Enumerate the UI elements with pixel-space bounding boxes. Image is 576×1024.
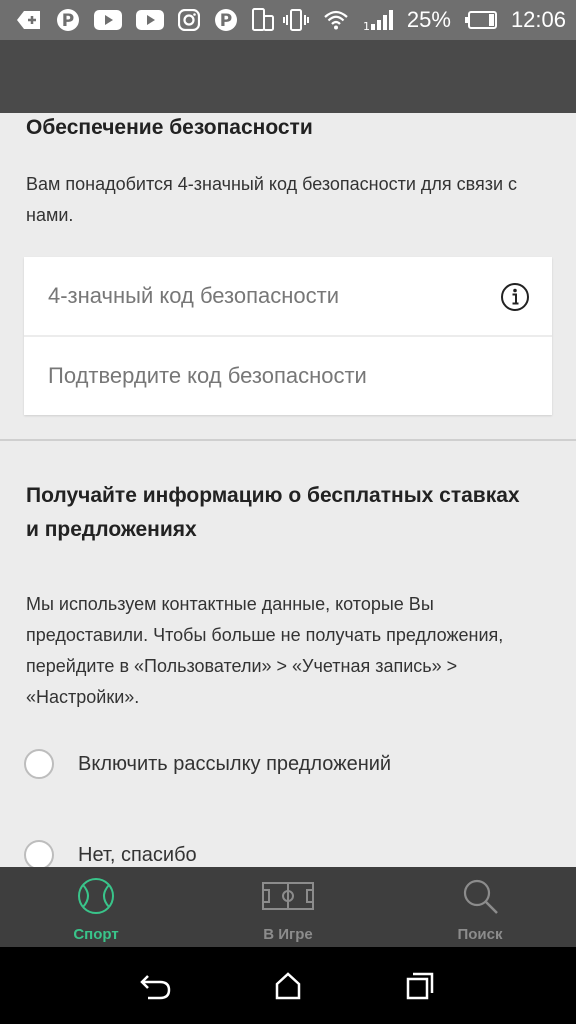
battery-percent: 25% [406, 7, 451, 32]
radio-option-decline[interactable]: Нет, спасибо [24, 840, 197, 867]
home-icon [275, 971, 301, 999]
back-icon [140, 974, 171, 999]
back-button[interactable] [136, 966, 176, 1006]
recents-icon [406, 972, 434, 999]
section-divider [0, 439, 576, 441]
search-icon [461, 877, 499, 920]
radio-label: Нет, спасибо [78, 843, 197, 866]
clock: 12:06 [510, 7, 566, 32]
radio-button[interactable] [24, 840, 54, 867]
nav-label: Поиск [457, 926, 503, 943]
system-status-icons: 1 25% 12:06 [282, 7, 566, 33]
radio-button[interactable] [24, 749, 54, 779]
nav-label: В Игре [263, 926, 313, 943]
nav-label: Спорт [73, 926, 119, 943]
ball-icon [77, 877, 115, 920]
security-section-title: Обеспечение безопасности [26, 116, 313, 139]
home-button[interactable] [268, 966, 308, 1006]
battery-icon [464, 11, 497, 29]
youtube-icon [94, 10, 122, 30]
nav-item-sport[interactable]: Спорт [0, 867, 192, 947]
notification-icons: P P [16, 8, 274, 32]
vibrate-icon [282, 9, 309, 31]
nav-item-live[interactable]: В Игре [192, 867, 384, 947]
bottom-navigation: Спорт В Игре Поиск [0, 867, 576, 947]
confirm-code-field[interactable]: Подтвердите код безопасности [24, 337, 552, 415]
youtube-icon [136, 10, 164, 30]
security-code-form: 4-значный код безопасности Подтвердите к… [24, 257, 552, 415]
offers-description: Мы используем контактные данные, которые… [26, 594, 504, 707]
recents-button[interactable] [400, 966, 440, 1006]
info-icon[interactable] [500, 282, 530, 318]
field-icon [262, 877, 314, 920]
add-icon [16, 10, 42, 30]
radio-label: Включить рассылку предложений [78, 752, 392, 775]
wifi-icon [323, 9, 349, 31]
pinterest-icon: P [56, 8, 80, 32]
svg-text:1: 1 [363, 20, 370, 31]
security-code-field[interactable]: 4-значный код безопасности [24, 257, 552, 335]
screen-rotate-icon [252, 8, 274, 32]
radio-option-subscribe[interactable]: Включить рассылку предложений [24, 749, 391, 779]
confirm-code-placeholder: Подтвердите код безопасности [48, 363, 367, 388]
status-bar: P P 1 25% 12:06 [0, 0, 576, 40]
svg-text:P: P [220, 11, 232, 31]
registration-content[interactable]: Обеспечение безопасности Вам понадобится… [0, 113, 576, 867]
security-code-placeholder: 4-значный код безопасности [48, 283, 340, 308]
signal-icon: 1 [363, 9, 393, 31]
svg-text:P: P [62, 11, 74, 31]
security-description: Вам понадобится 4-значный код безопаснос… [26, 174, 518, 225]
nav-item-search[interactable]: Поиск [384, 867, 576, 947]
instagram-icon [178, 9, 200, 31]
app-header [0, 40, 576, 113]
offers-section-title: Получайте информацию о бесплатных ставка… [26, 484, 520, 541]
pinterest-icon: P [214, 8, 238, 32]
system-navigation [0, 947, 576, 1024]
